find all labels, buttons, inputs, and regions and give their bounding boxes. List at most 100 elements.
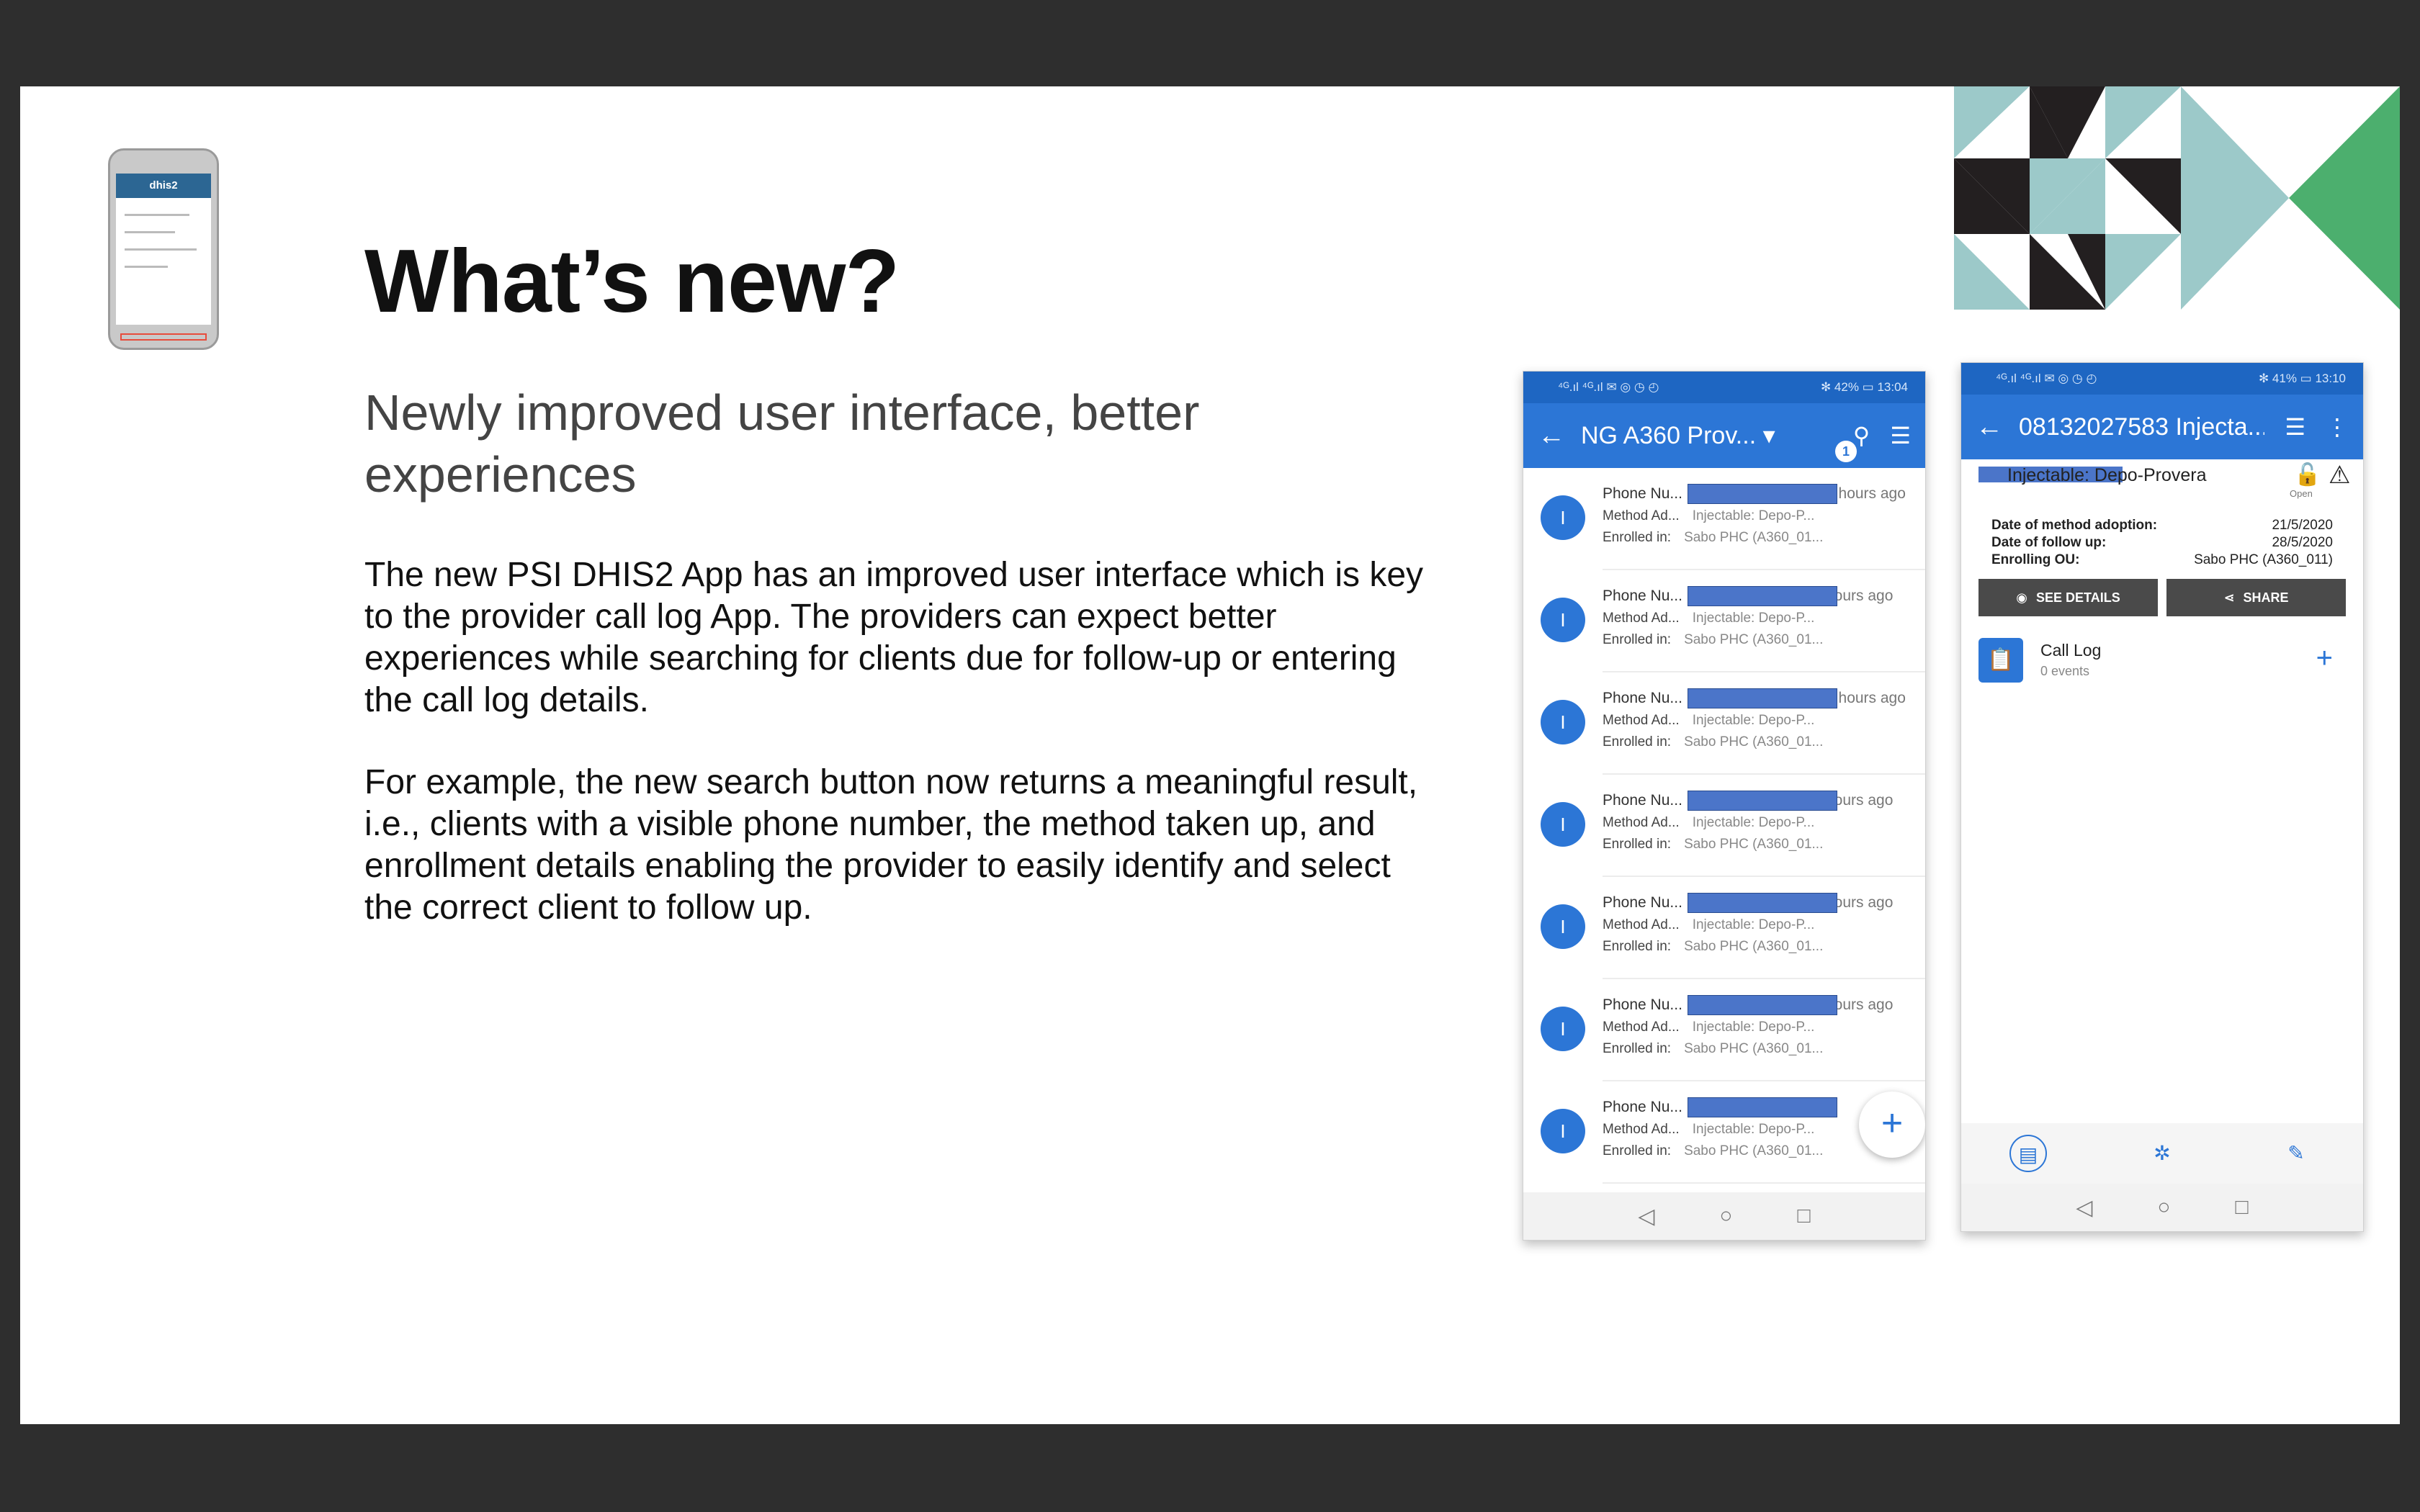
enrollment-title: Injectable: Depo-Provera [2007,465,2207,485]
thumbnail-line [125,231,175,233]
phone-enrollment-dashboard: ⁴ᴳ.ıl ⁴ᴳ.ıl ✉ ◎ ◷ ◴ ✻ 41% ▭ 13:10 ← 0813… [1960,362,2364,1232]
add-event-icon[interactable]: + [2316,642,2333,675]
avatar: I [1541,904,1585,949]
status-bar: ⁴ᴳ.ıl ⁴ᴳ.ıl ✉ ◎ ◷ ◴ ✻ 42% ▭ 13:04 [1523,372,1925,403]
stage-call-log[interactable]: 📋 Call Log 0 events + [1978,628,2346,697]
phone-label: Phone Nu... 0 hours ago [1603,690,1906,706]
client-list: I Phone Nu... 0 hours ago Method Ad... Injec… [1523,468,1925,1192]
enrolled-line: Enrolled in: Sabo PHC (A360_01... [1603,939,1824,954]
app-bar: ← 08132027583 Injecta... ☰ ⋮ [1961,395,2363,459]
list-item[interactable]: I Phone Nu... hours ago Method Ad... Injecta… [1541,877,1925,979]
thumbnail-line [125,214,189,216]
method-line: Method Ad... Injectable: Depo-P... [1603,713,1815,728]
tab-details-icon[interactable]: ▤ [2009,1135,2047,1172]
phone-search-results: ⁴ᴳ.ıl ⁴ᴳ.ıl ✉ ◎ ◷ ◴ ✻ 42% ▭ 13:04 ← NG A… [1523,371,1926,1241]
method-line: Method Ad... Injectable: Depo-P... [1603,508,1815,523]
slide-subtitle: Newly improved user interface, better ex… [364,384,1200,503]
enrollment-detail: Injectable: Depo-Provera 🔓 Open ⚠ Date o… [1961,459,2363,697]
warning-icon[interactable]: ⚠ [2329,461,2350,490]
list-item[interactable]: I Phone Nu... hours ago Method Ad... Injecta… [1541,979,1925,1081]
program-title[interactable]: NG A360 Prov... ▾ [1581,421,1833,450]
method-line: Method Ad... Injectable: Depo-P... [1603,1020,1815,1035]
list-item[interactable]: I Phone Nu... hours ago Method Ad... Injecta… [1541,570,1925,672]
back-arrow-icon[interactable]: ← [1976,412,2019,443]
action-buttons: ◉ SEE DETAILS ⋖ SHARE [1978,579,2346,616]
redaction-box [1688,484,1837,504]
time-ago: 0 hours ago [1826,485,1906,502]
filter-icon[interactable]: ☰ [2285,413,2305,441]
avatar: I [1541,700,1585,744]
share-icon: ⋖ [2223,590,2235,605]
list-item[interactable]: I Phone Nu... hours ago Method Ad... Injecta… [1541,775,1925,877]
nav-home-icon[interactable]: ○ [2157,1195,2170,1220]
method-line: Method Ad... Injectable: Depo-P... [1603,917,1815,932]
enrolled-line: Enrolled in: Sabo PHC (A360_01... [1603,530,1824,545]
redaction-box [1688,893,1837,913]
thumbnail-screen: dhis2 [116,174,211,341]
search-badge: 1 [1835,441,1857,462]
detail-row: Date of method adoption: 21/5/2020 [1991,518,2333,533]
list-item[interactable]: I Phone Nu... 0 hours ago Method Ad... Injec… [1541,672,1925,775]
avatar: I [1541,495,1585,540]
phone-label: Phone Nu... hours ago [1603,792,1894,809]
enrolled-line: Enrolled in: Sabo PHC (A360_01... [1603,1041,1824,1056]
triangle-pattern [1954,86,2400,310]
lock-open-icon: 🔓 [2294,463,2321,487]
eye-icon: ◉ [2016,590,2028,605]
share-button[interactable]: ⋖ SHARE [2166,579,2346,616]
paragraph-2: For example, the new search button now r… [364,763,1418,927]
tab-notes-icon[interactable]: ✎ [2277,1135,2315,1172]
phone-label: Phone Nu... hours ago [1603,996,1894,1013]
search-icon[interactable]: ⚲ [1853,422,1870,449]
thumbnail-line [125,266,168,268]
avatar: I [1541,1109,1585,1153]
redaction-box [1688,1097,1837,1117]
enrolled-line: Enrolled in: Sabo PHC (A360_01... [1603,837,1824,852]
android-nav-bar: ◁ ○ □ [1961,1184,2363,1231]
thumbnail-brand: dhis2 [116,174,211,198]
add-fab-button[interactable]: + [1859,1092,1925,1158]
app-bar: ← NG A360 Prov... ▾ ⚲ 1 ☰ [1523,403,1925,468]
nav-home-icon[interactable]: ○ [1719,1204,1732,1228]
method-line: Method Ad... Injectable: Depo-P... [1603,815,1815,830]
redaction-box [1688,791,1837,811]
more-vert-icon[interactable]: ⋮ [2326,413,2349,441]
see-details-button[interactable]: ◉ SEE DETAILS [1978,579,2158,616]
detail-row: Date of follow up: 28/5/2020 [1991,535,2333,550]
nav-back-icon[interactable]: ◁ [2076,1195,2092,1220]
redaction-box [1688,688,1837,708]
enrollment-header: Injectable: Depo-Provera 🔓 Open ⚠ [1978,459,2350,517]
filter-icon[interactable]: ☰ [1890,422,1911,449]
back-arrow-icon[interactable]: ← [1538,420,1581,451]
nav-recents-icon[interactable]: □ [1798,1204,1811,1228]
time-ago: 0 hours ago [1826,690,1906,706]
tei-title: 08132027583 Injecta... [2019,413,2265,441]
status-right: ✻ 42% ▭ 13:04 [1820,380,1908,394]
nav-recents-icon[interactable]: □ [2236,1195,2249,1220]
bottom-navigation: ▤ ✲ ✎ [1961,1123,2363,1184]
enrolled-line: Enrolled in: Sabo PHC (A360_01... [1603,1143,1824,1158]
detail-list: Date of method adoption: 21/5/2020 Date of… [1978,517,2346,569]
redaction-box [1688,586,1837,606]
phone-thumbnail: dhis2 [108,148,219,350]
redaction-box [1688,995,1837,1015]
avatar: I [1541,598,1585,642]
status-left: ⁴ᴳ.ıl ⁴ᴳ.ıl ✉ ◎ ◷ ◴ [1558,380,1659,394]
phone-label: Phone Nu... hours ago [1603,588,1894,604]
stage-events: 0 events [2040,664,2090,678]
status-bar: ⁴ᴳ.ıl ⁴ᴳ.ıl ✉ ◎ ◷ ◴ ✻ 41% ▭ 13:10 [1961,363,2363,395]
phone-label: Phone Nu... hours ago [1603,894,1894,911]
android-nav-bar: ◁ ○ □ [1523,1192,1925,1240]
open-label: Open [2290,488,2313,499]
avatar: I [1541,1007,1585,1051]
method-line: Method Ad... Injectable: Depo-P... [1603,611,1815,626]
status-right: ✻ 41% ▭ 13:10 [2258,372,2346,385]
phone-label: Phone Nu... [1603,1099,1682,1115]
tab-relationships-icon[interactable]: ✲ [2143,1135,2181,1172]
enrolled-line: Enrolled in: Sabo PHC (A360_01... [1603,734,1824,750]
method-line: Method Ad... Injectable: Depo-P... [1603,1122,1815,1137]
detail-row: Enrolling OU: Sabo PHC (A360_011) [1991,552,2333,567]
list-item[interactable]: I Phone Nu... 0 hours ago Method Ad... Injec… [1541,468,1925,570]
nav-back-icon[interactable]: ◁ [1638,1204,1654,1229]
status-left: ⁴ᴳ.ıl ⁴ᴳ.ıl ✉ ◎ ◷ ◴ [1996,372,2097,385]
